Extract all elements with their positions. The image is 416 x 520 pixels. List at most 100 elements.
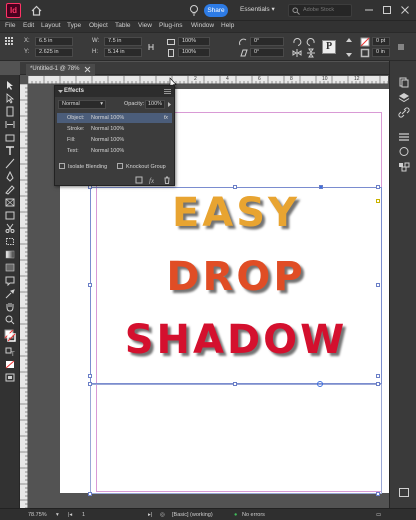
scale-x-field[interactable]: 100% (178, 37, 210, 46)
close-icon[interactable] (400, 5, 410, 15)
rotate-ccw-icon[interactable] (306, 37, 316, 47)
share-button[interactable]: Share (204, 4, 228, 17)
selection-tool-icon[interactable] (4, 80, 16, 91)
horizontal-ruler[interactable]: 2 4 6 8 10 12 (27, 76, 389, 84)
workspace-select[interactable]: Essentials ▾ (240, 5, 275, 13)
shear-field[interactable]: 0° (250, 48, 284, 57)
chevron-down-icon[interactable]: ▾ (56, 512, 59, 518)
effects-row-text[interactable]: Text: Normal 100% (57, 146, 172, 156)
menu-window[interactable]: Window (191, 22, 214, 29)
style-select[interactable]: [Basic] (working) (172, 512, 213, 518)
knockout-group-checkbox[interactable]: Knockout Group (117, 163, 166, 170)
clear-effects-icon[interactable] (135, 176, 143, 184)
paragraph-style-icon[interactable]: P (322, 40, 336, 54)
search-input[interactable]: Adobe Stock (288, 4, 352, 17)
blend-mode-select[interactable]: Normal ▾ (58, 100, 106, 109)
menu-help[interactable]: Help (221, 22, 234, 29)
anchor-handle[interactable] (319, 185, 323, 189)
formatting-container-icon[interactable]: T (4, 346, 16, 357)
flip-vertical-icon[interactable] (306, 48, 316, 58)
frame-fitting-field[interactable]: 0 in (372, 48, 390, 57)
links-panel-icon[interactable] (398, 107, 410, 118)
x-position-field[interactable]: 6.5 in (35, 37, 73, 46)
preflight-status[interactable]: No errors (242, 512, 265, 518)
trash-icon[interactable] (163, 176, 171, 184)
panel-menu-icon[interactable] (164, 89, 171, 94)
resize-handle[interactable] (233, 185, 237, 189)
select-content-icon[interactable] (344, 48, 354, 58)
menu-layout[interactable]: Layout (41, 22, 61, 29)
effects-panel-header[interactable]: Effects (55, 86, 174, 97)
zoom-level-field[interactable]: 78.75% (28, 512, 47, 518)
direct-selection-tool-icon[interactable] (4, 93, 16, 104)
restore-icon[interactable] (382, 5, 392, 15)
pen-tool-icon[interactable] (4, 171, 16, 182)
rectangle-frame-tool-icon[interactable] (4, 197, 16, 208)
reference-point-icon[interactable] (4, 36, 14, 46)
rotate-field[interactable]: 0° (250, 37, 284, 46)
pencil-tool-icon[interactable] (4, 184, 16, 195)
color-panel-icon[interactable] (398, 146, 410, 157)
fill-swatch-icon[interactable] (360, 37, 370, 47)
resize-handle[interactable] (376, 374, 380, 378)
width-field[interactable]: 7.5 in (104, 37, 142, 46)
menu-table[interactable]: Table (115, 22, 131, 29)
resize-handle[interactable] (376, 492, 380, 496)
resize-handle[interactable] (376, 382, 380, 386)
screen-mode-icon[interactable] (4, 372, 16, 383)
document-tab[interactable]: *Untitled-1 @ 78% (26, 64, 96, 75)
gap-tool-icon[interactable] (4, 119, 16, 130)
swatches-panel-icon[interactable] (398, 161, 410, 172)
menu-view[interactable]: View (138, 22, 152, 29)
first-page-icon[interactable]: |◂ (68, 512, 72, 518)
fill-stroke-swatch-icon[interactable] (4, 329, 16, 343)
note-tool-icon[interactable] (4, 275, 16, 286)
collapse-icon[interactable] (58, 89, 63, 94)
preview-icon[interactable]: ◎ (160, 512, 165, 518)
fx-icon[interactable]: fx (164, 113, 168, 123)
resize-handle[interactable] (233, 382, 237, 386)
scissors-tool-icon[interactable] (4, 223, 16, 234)
home-icon[interactable] (30, 4, 43, 17)
resize-handle[interactable] (376, 185, 380, 189)
chevron-right-icon[interactable] (167, 102, 172, 107)
add-effect-icon[interactable]: fx (149, 176, 157, 184)
eyedropper-tool-icon[interactable] (4, 288, 16, 299)
empty-text-frame[interactable] (90, 384, 382, 494)
menu-plugins[interactable]: Plug-ins (159, 22, 182, 29)
stroke-weight-field[interactable]: 0 pt (372, 37, 390, 46)
page-tool-icon[interactable] (4, 106, 16, 117)
page-number-field[interactable]: 1 (82, 512, 85, 518)
scale-y-field[interactable]: 100% (178, 48, 210, 57)
y-position-field[interactable]: 2.625 in (35, 48, 73, 57)
layers-panel-icon[interactable] (398, 92, 410, 103)
menu-object[interactable]: Object (89, 22, 108, 29)
panel-menu-icon[interactable] (398, 487, 410, 498)
resize-grip-icon[interactable]: ▭ (376, 512, 381, 518)
effects-row-fill[interactable]: Fill: Normal 100% (57, 135, 172, 145)
free-transform-tool-icon[interactable] (4, 236, 16, 247)
menu-edit[interactable]: Edit (23, 22, 34, 29)
hand-tool-icon[interactable] (4, 301, 16, 312)
line-tool-icon[interactable] (4, 158, 16, 169)
stroke-swatch-icon[interactable] (360, 48, 370, 58)
lightbulb-icon[interactable] (188, 4, 200, 17)
effects-row-object[interactable]: Object: Normal 100% fx (57, 113, 172, 123)
stroke-panel-icon[interactable] (398, 131, 410, 142)
height-field[interactable]: 5.14 in (104, 48, 142, 57)
gradient-feather-tool-icon[interactable] (4, 262, 16, 273)
resize-handle[interactable] (88, 374, 92, 378)
rotate-cw-icon[interactable] (292, 37, 302, 47)
gradient-swatch-tool-icon[interactable] (4, 249, 16, 260)
next-page-icon[interactable]: ▸| (148, 512, 152, 518)
resize-handle[interactable] (88, 382, 92, 386)
rectangle-tool-icon[interactable] (4, 210, 16, 221)
effects-row-stroke[interactable]: Stroke: Normal 100% (57, 124, 172, 134)
select-container-icon[interactable] (344, 37, 354, 47)
pages-panel-icon[interactable] (398, 77, 410, 88)
menu-file[interactable]: File (5, 22, 15, 29)
minimize-icon[interactable] (364, 5, 374, 15)
content-collector-icon[interactable] (4, 132, 16, 143)
type-tool-icon[interactable] (4, 145, 16, 156)
isolate-blending-checkbox[interactable]: Isolate Blending (59, 163, 107, 170)
